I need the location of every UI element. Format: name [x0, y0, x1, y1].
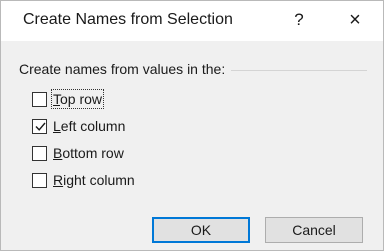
bottom-row-option[interactable]: Bottom row [32, 142, 124, 164]
bottom-row-checkbox[interactable] [32, 145, 47, 161]
top-row-label: Top row [50, 89, 105, 109]
top-row-option[interactable]: Top row [32, 88, 105, 110]
left-column-option[interactable]: Left column [32, 115, 125, 137]
ok-button[interactable]: OK [152, 217, 250, 243]
create-names-dialog: Create Names from Selection ? × Create n… [0, 0, 384, 251]
left-column-label: Left column [53, 118, 126, 134]
help-button[interactable]: ? [287, 7, 311, 33]
bottom-row-label: Bottom row [53, 145, 124, 161]
left-column-checkbox[interactable] [32, 118, 47, 134]
right-column-checkbox[interactable] [32, 172, 47, 188]
group-label: Create names from values in the: [19, 61, 232, 77]
cancel-button[interactable]: Cancel [265, 217, 363, 243]
right-column-option[interactable]: Right column [32, 169, 135, 191]
options-group: Create names from values in the: Top row… [19, 61, 367, 193]
title-bar: Create Names from Selection ? × [1, 1, 383, 41]
checkmark-icon [35, 122, 46, 131]
top-row-checkbox[interactable] [32, 91, 47, 107]
dialog-title: Create Names from Selection [23, 11, 233, 28]
close-button[interactable]: × [340, 7, 370, 33]
right-column-label: Right column [53, 172, 135, 188]
